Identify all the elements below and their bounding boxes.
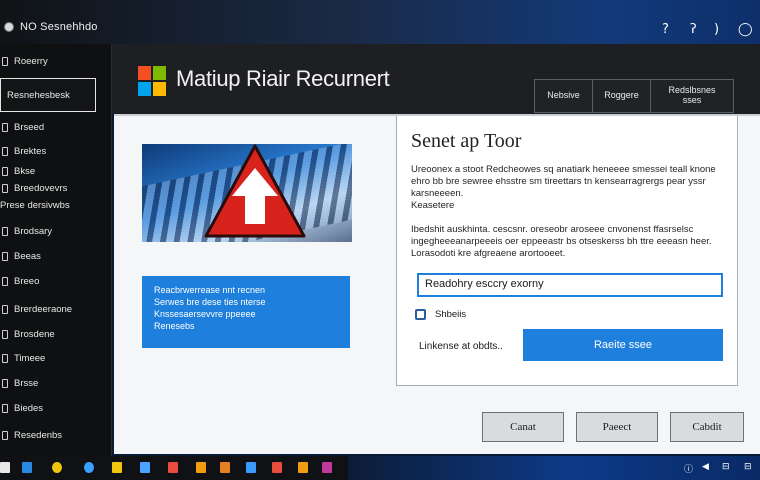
sidebar-item-label: Prese dersivwbs [0, 199, 70, 211]
folder-icon [2, 378, 8, 388]
sidebar-item-label: Beeas [14, 250, 41, 262]
header-tabs: Nebsive Roggere Redslbsnes sses [534, 79, 734, 113]
sidebar-item[interactable]: Biedes [0, 399, 112, 417]
info-icon[interactable]: ⓘ [684, 462, 693, 475]
sidebar-item[interactable]: Brodsary [0, 222, 112, 240]
next-button[interactable]: Cabdit [670, 412, 744, 442]
sidebar-item-selected[interactable]: Resnehesbesk [0, 78, 96, 112]
setup-dialog: Senet ap Toor Ureoonex a stoot Redcheowe… [396, 116, 738, 386]
folder-icon [2, 146, 8, 156]
sidebar-item-label: Brseed [14, 121, 45, 133]
folder-icon [2, 183, 8, 193]
hero-image [142, 144, 352, 242]
pin-icon[interactable]: ʔ [690, 22, 697, 37]
sidebar-item-home[interactable]: Roeerry [0, 52, 112, 70]
help-icon[interactable]: ? [662, 22, 669, 37]
sidebar-item-label: Biedes [14, 402, 44, 414]
minimize-icon[interactable]: ) [714, 22, 719, 37]
folder-icon [2, 276, 8, 286]
sidebar-item-label: Bkse [14, 165, 36, 177]
sidebar-item[interactable]: Brosdene [0, 325, 112, 343]
path-input[interactable]: Readohry esccry exorny [417, 273, 723, 297]
volume-icon[interactable]: ◀ [702, 462, 709, 472]
sidebar: Roeerry Resnehesbesk Brseed Brektes Bkse… [0, 44, 112, 456]
app-icon[interactable] [322, 462, 332, 473]
app-icon[interactable] [246, 462, 256, 473]
info-note: Reacbrwerrease nnt recnen Serwes bre des… [142, 276, 350, 348]
folder-icon [2, 353, 8, 363]
sidebar-item[interactable]: Timeee [0, 349, 112, 367]
network-icon[interactable]: ⊟ [722, 462, 730, 472]
sidebar-item-label: Brektes [14, 145, 47, 157]
option-checkbox[interactable] [415, 309, 426, 320]
back-button[interactable]: Paeect [576, 412, 658, 442]
dialog-description: Ureoonex a stoot Redcheowes sq anatiark … [411, 164, 716, 211]
app-icon[interactable] [168, 462, 178, 473]
sidebar-item-label: Timeee [14, 352, 46, 364]
folder-icon [2, 430, 8, 440]
close-icon[interactable]: ◯ [738, 22, 753, 37]
sidebar-item-label: Roeerry [14, 55, 48, 67]
content-panel: Reacbrwerrease nnt recnen Serwes bre des… [114, 114, 760, 454]
sidebar-item-label: Breeo [14, 275, 40, 287]
app-icon [4, 22, 14, 32]
app-icon[interactable] [196, 462, 206, 473]
tab-nebsive[interactable]: Nebsive [535, 80, 593, 112]
sidebar-item[interactable]: Brseed [0, 118, 112, 136]
sidebar-item-label: Brosdene [14, 328, 55, 340]
app-icon[interactable] [272, 462, 282, 473]
window-title: NO Sesnehhdo [20, 21, 98, 33]
page-icon [2, 56, 8, 66]
folder-icon [2, 251, 8, 261]
sidebar-item-label: Breedovevrs [14, 182, 68, 194]
sidebar-item[interactable]: Beeas [0, 247, 112, 265]
windows-logo-icon [138, 66, 166, 96]
app-icon[interactable] [220, 462, 230, 473]
notification-icon[interactable]: ⊟ [744, 462, 752, 472]
sidebar-item[interactable]: Resedenbs [0, 426, 112, 444]
folder-icon [2, 304, 8, 314]
folder-icon [2, 329, 8, 339]
tab-roggere[interactable]: Roggere [593, 80, 651, 112]
explorer-icon[interactable] [22, 462, 32, 473]
cancel-button[interactable]: Canat [482, 412, 564, 442]
folder-icon [2, 166, 8, 176]
license-link[interactable]: Linkense at obdts.. [419, 341, 503, 352]
page-title: Matiup Riair Recurnert [176, 66, 390, 91]
sidebar-item-label: Resedenbs [14, 429, 63, 441]
taskbar: ⓘ ◀ ⊟ ⊟ [0, 456, 760, 480]
store-icon[interactable] [140, 462, 150, 473]
taskbar-apps [0, 456, 348, 480]
app-icon[interactable] [298, 462, 308, 473]
sidebar-item[interactable]: Breedovevrs [0, 179, 112, 197]
sidebar-item[interactable]: Bkse [0, 162, 112, 180]
sidebar-item[interactable]: Breeo [0, 272, 112, 290]
chrome-icon[interactable] [52, 462, 62, 473]
folder-icon[interactable] [112, 462, 122, 473]
sidebar-item-label: Brerdeeraone [14, 303, 73, 315]
checkbox-label: Shbeiis [435, 309, 467, 320]
sidebar-item[interactable]: Prese dersivwbs [0, 196, 112, 214]
warning-upload-icon [204, 144, 306, 238]
folder-icon [2, 122, 8, 132]
folder-icon [2, 226, 8, 236]
primary-button[interactable]: Raeite ssee [523, 329, 723, 361]
edge-icon[interactable] [84, 462, 94, 473]
main-header: Matiup Riair Recurnert Nebsive Roggere R… [112, 44, 760, 114]
sidebar-item[interactable]: Brerdeeraone [0, 300, 112, 318]
dialog-title: Senet ap Toor [411, 130, 522, 152]
tab-redslbsnes[interactable]: Redslbsnes sses [651, 80, 733, 112]
folder-icon [2, 403, 8, 413]
dialog-description-2: Ibedshit auskhinta. cescsnr. oreseobr ar… [411, 224, 712, 259]
sidebar-item-label: Brsse [14, 377, 39, 389]
sidebar-item[interactable]: Brektes [0, 142, 112, 160]
start-icon[interactable] [0, 462, 10, 473]
sidebar-item[interactable]: Brsse [0, 374, 112, 392]
info-note-text: Reacbrwerrease nnt recnen Serwes bre des… [154, 285, 266, 331]
title-bar: NO Sesnehhdo ? ʔ ) ◯ [0, 0, 760, 44]
sidebar-item-label: Brodsary [14, 225, 53, 237]
